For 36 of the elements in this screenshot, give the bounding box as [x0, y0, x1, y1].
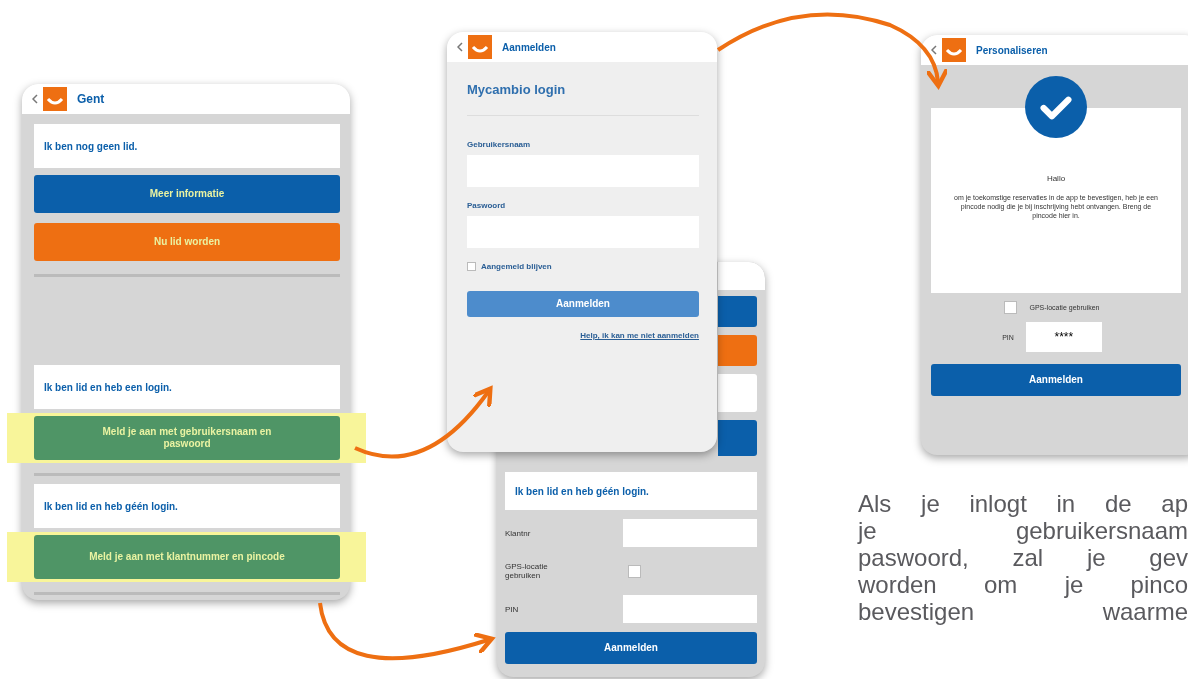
field-label: Gebruikersnaam	[467, 140, 532, 149]
help-link[interactable]: Help, ik kan me niet aanmelden	[580, 331, 699, 340]
menu-button[interactable]: Meld je aan met klantnummer en pincode	[34, 535, 340, 579]
menu-button[interactable]: Meld je aan met gebruikersnaam en paswoord	[34, 416, 340, 460]
checkbox[interactable]	[1004, 301, 1018, 314]
screen-title: Personaliseren	[976, 44, 1048, 56]
greeting-text: Hallo	[1046, 174, 1066, 183]
field-label: PIN	[505, 604, 520, 614]
login-heading: Mycambio login	[467, 82, 567, 97]
menu-button[interactable]: Meer informatie	[34, 175, 340, 213]
customer-number-field[interactable]	[623, 519, 757, 547]
pin-field[interactable]	[623, 595, 757, 623]
screen-title: Aanmelden	[502, 41, 556, 53]
back-chevron-icon[interactable]	[32, 94, 38, 104]
field-label: Klantnr	[505, 528, 532, 538]
description-text: Als je inlogt in de ap je gebruikersnaam paswoord, zal je gev worden om je pinco bevestigen waarme	[858, 490, 1188, 625]
checkbox[interactable]	[467, 262, 476, 271]
back-chevron-icon[interactable]	[931, 45, 937, 55]
logo-icon	[43, 87, 67, 111]
checkbox-label: Aangemeld blijven	[481, 262, 552, 271]
field-label: Paswoord	[467, 201, 507, 210]
header-bar	[718, 262, 765, 290]
info-card: Ik ben lid en heb géén login.	[34, 484, 340, 528]
login-button[interactable]: Aanmelden	[467, 291, 699, 317]
checkbox[interactable]	[628, 564, 641, 578]
field-label: GPS-locatie gebruiken	[505, 562, 549, 580]
logo-icon	[468, 35, 492, 59]
pin-field[interactable]: ****	[1025, 322, 1102, 352]
info-card: Ik ben nog geen lid.	[34, 124, 340, 168]
login-button[interactable]: Aanmelden	[931, 364, 1181, 396]
logo-icon	[942, 38, 966, 62]
back-chevron-icon[interactable]	[457, 42, 463, 52]
screen-title: Gent	[77, 92, 105, 106]
info-card: Ik ben lid en heb géén login.	[505, 472, 757, 510]
login-button[interactable]: Aanmelden	[505, 632, 757, 664]
info-card: Ik ben lid en heb een login.	[34, 365, 340, 409]
